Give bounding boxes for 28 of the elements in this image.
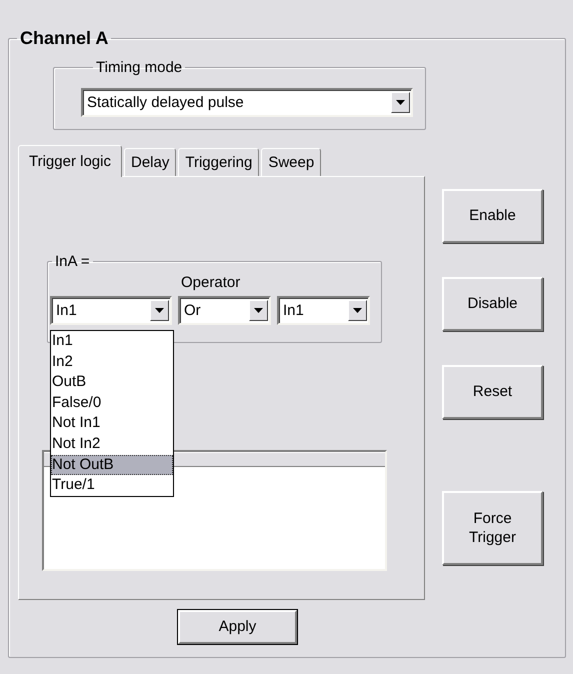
apply-button[interactable]: Apply xyxy=(178,610,297,644)
dropdown-option[interactable]: In1 xyxy=(51,331,173,352)
dropdown[interactable]: In1 xyxy=(277,296,370,325)
group-label: Timing mode xyxy=(95,59,184,76)
side-button[interactable]: Disable xyxy=(442,277,543,331)
side-button[interactable]: Reset xyxy=(442,365,543,419)
dropdown-arrow-icon xyxy=(254,308,263,313)
tab[interactable]: Trigger logic xyxy=(18,145,122,177)
tab[interactable]: Delay xyxy=(124,148,176,176)
dropdown[interactable]: Or xyxy=(178,296,271,325)
dropdown-option[interactable]: OutB xyxy=(51,372,173,393)
dropdown-option[interactable]: In2 xyxy=(51,352,173,372)
timing-mode-dropdown[interactable]: Statically delayed pulse xyxy=(81,88,413,117)
dropdown-option[interactable]: Not OutB xyxy=(51,454,173,476)
side-button[interactable]: Enable xyxy=(442,189,543,243)
dropdown-arrow-icon xyxy=(353,308,362,313)
tab[interactable]: Sweep xyxy=(261,148,322,176)
dropdown-option[interactable]: False/0 xyxy=(51,392,173,414)
dropdown-arrow-icon xyxy=(396,100,405,105)
tab[interactable]: Triggering xyxy=(178,148,260,176)
field-label: Operator xyxy=(181,274,242,291)
group-title: Channel A xyxy=(19,28,110,49)
side-button[interactable]: Force Trigger xyxy=(442,491,543,565)
dropdown-option[interactable]: True/1 xyxy=(51,475,173,496)
dropdown-option[interactable]: Not In1 xyxy=(51,413,173,434)
group-label: InA = xyxy=(54,253,91,270)
dropdown-option[interactable]: Not In2 xyxy=(51,434,173,455)
dropdown-arrow-icon xyxy=(155,308,164,313)
